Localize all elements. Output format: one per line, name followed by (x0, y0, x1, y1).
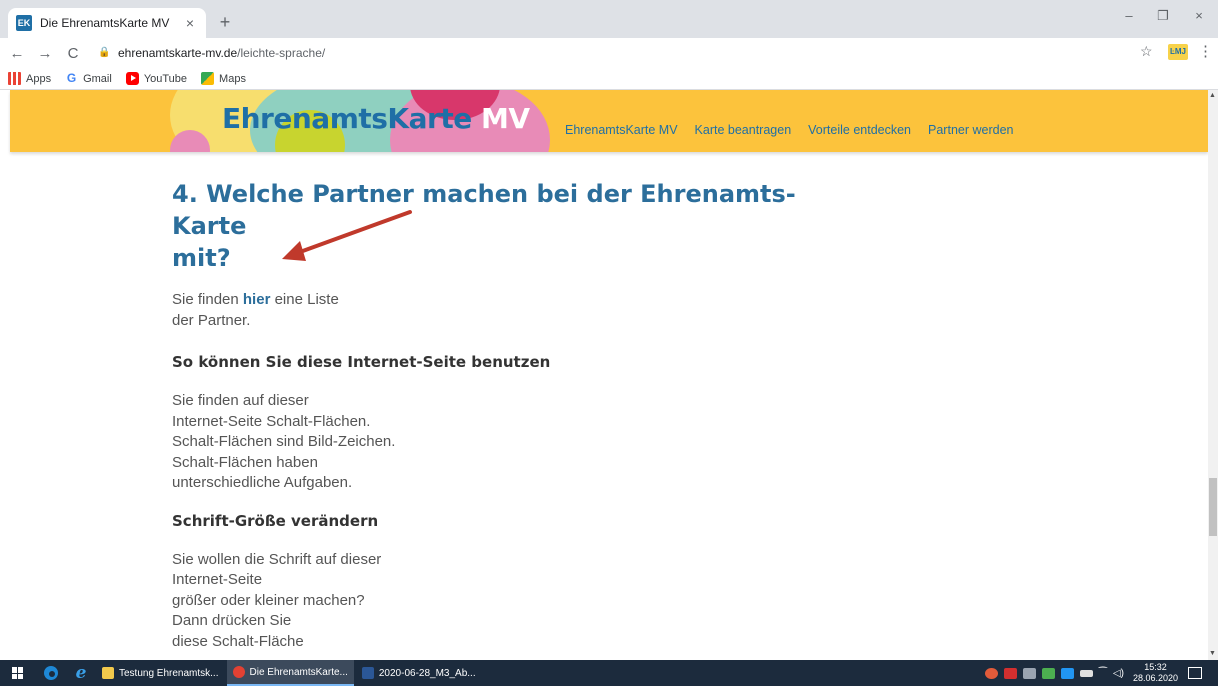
lock-icon: 🔒 (98, 47, 111, 58)
windows-taskbar: e Testung Ehrenamtsk... Die EhrenamtsKar… (0, 660, 1218, 686)
intro-text: Sie finden (172, 291, 243, 308)
paragraph-line: unterschiedliche Aufgaben. (172, 474, 353, 491)
youtube-icon (125, 72, 139, 85)
main-content: 4. Welche Partner machen bei der Ehrenam… (172, 178, 852, 652)
battery-icon[interactable] (1079, 669, 1093, 677)
paragraph-line: Schalt-Flächen sind Bild-Zeichen. (172, 433, 396, 450)
site-favicon-icon: EK (16, 15, 32, 31)
new-tab-button[interactable]: + (214, 12, 236, 34)
paragraph-line: Dann drücken Sie (172, 612, 292, 629)
tab-title: Die EhrenamtsKarte MV (40, 16, 170, 30)
taskbar-app-label: Testung Ehrenamtsk... (119, 667, 219, 679)
word-icon (361, 667, 374, 679)
nav-link-ehrenamtskarte[interactable]: EhrenamtsKarte MV (565, 123, 678, 137)
section-heading-font-size: Schrift-Größe verändern (172, 511, 379, 530)
taskbar-app-explorer[interactable]: Testung Ehrenamtsk... (96, 660, 225, 686)
bookmark-youtube[interactable]: YouTube (125, 72, 188, 85)
minimize-button[interactable]: – (1114, 8, 1144, 23)
apps-icon (8, 72, 21, 85)
folder-icon (102, 667, 114, 679)
url-host: ehrenamtskarte-mv.de (118, 46, 238, 60)
tray-app-icon[interactable] (984, 667, 998, 679)
bookmarks-bar: Apps G Gmail YouTube Maps (0, 68, 1218, 90)
scroll-up-icon[interactable]: ▲ (1209, 92, 1216, 99)
web-page: EhrenamtsKarte MV EhrenamtsKarte MV Kart… (0, 90, 1208, 660)
bookmark-label: YouTube (143, 72, 188, 85)
nav-link-partner-werden[interactable]: Partner werden (928, 123, 1013, 137)
bookmark-apps[interactable]: Apps (8, 72, 51, 85)
nav-link-vorteile[interactable]: Vorteile entdecken (808, 123, 911, 137)
paragraph-line: Internet-Seite Schalt-Flächen. (172, 412, 371, 430)
tray-app-icon[interactable] (1022, 667, 1036, 679)
tab-strip: EK Die EhrenamtsKarte MV × + – ❐ × (0, 0, 1218, 38)
logo-text-mv: MV (480, 102, 530, 135)
bookmark-label: Gmail (83, 72, 112, 85)
heading-line: mit? (172, 244, 231, 272)
bookmark-label: Apps (26, 72, 52, 85)
system-tray: ⁀ ◁) 15:32 28.06.2020 (982, 660, 1218, 686)
extension-icon[interactable]: ĿMJ (1168, 44, 1188, 60)
address-bar[interactable]: 🔒 ehrenamtskarte-mv.de/leichte-sprache/ (98, 42, 1158, 64)
page-heading: 4. Welche Partner machen bei der Ehrenam… (172, 178, 832, 274)
partner-list-link[interactable]: hier (243, 291, 271, 308)
intro-text: der Partner. (172, 311, 251, 329)
bookmark-star-icon[interactable]: ☆ (1140, 43, 1153, 60)
google-icon: G (66, 71, 77, 85)
intro-text: eine Liste (270, 291, 339, 308)
taskbar-app-label: 2020-06-28_M3_Ab... (378, 667, 476, 679)
reload-button[interactable]: C (62, 45, 84, 62)
paragraph-line: größer oder kleiner machen? (172, 591, 365, 609)
system-clock[interactable]: 15:32 28.06.2020 (1133, 662, 1178, 684)
browser-tab[interactable]: EK Die EhrenamtsKarte MV × (8, 8, 206, 38)
window-close-button[interactable]: × (1184, 8, 1214, 23)
scroll-down-icon[interactable]: ▼ (1209, 650, 1216, 657)
nav-link-karte-beantragen[interactable]: Karte beantragen (695, 123, 792, 137)
paragraph-line: diese Schalt-Fläche (172, 632, 304, 650)
paragraph-line: Sie finden auf dieser (172, 392, 309, 409)
forward-button[interactable]: → (34, 45, 56, 62)
tray-app-icon[interactable] (1003, 667, 1017, 679)
taskbar-app-chrome[interactable]: Die EhrenamtsKarte... (226, 660, 354, 686)
bookmark-label: Maps (219, 72, 246, 85)
bookmark-gmail[interactable]: G Gmail (65, 72, 112, 85)
paragraph-line: Schalt-Flächen haben (172, 453, 318, 471)
paragraph-line: Internet-Seite (172, 571, 263, 588)
edge-icon[interactable] (36, 660, 66, 686)
wifi-icon[interactable]: ⁀ (1099, 668, 1107, 679)
heading-line: 4. Welche Partner machen bei der Ehrenam… (172, 180, 796, 240)
usage-paragraph: Sie finden auf dieser Internet-Seite Sch… (172, 391, 852, 494)
clock-date: 28.06.2020 (1132, 673, 1178, 683)
taskbar-app-label: Die EhrenamtsKarte... (249, 666, 348, 678)
paragraph-line: Sie wollen die Schrift auf dieser (172, 550, 382, 568)
tray-app-icon[interactable] (1041, 667, 1055, 679)
site-logo[interactable]: EhrenamtsKarte MV (222, 102, 530, 135)
clock-time: 15:32 (1144, 662, 1167, 672)
page-scrollbar[interactable]: ▲ ▼ (1208, 90, 1218, 660)
back-button[interactable]: ← (6, 45, 28, 62)
notification-center-icon[interactable] (1188, 667, 1202, 679)
maps-icon (201, 72, 215, 85)
chrome-icon (232, 666, 245, 678)
tab-close-icon[interactable]: × (182, 15, 198, 31)
scrollbar-thumb[interactable] (1209, 478, 1217, 536)
internet-explorer-icon[interactable]: e (66, 660, 96, 686)
intro-paragraph: Sie finden hier eine Liste der Partner. (172, 290, 852, 331)
url-path: /leichte-sprache/ (237, 46, 326, 60)
tray-app-icon[interactable] (1060, 667, 1074, 679)
volume-icon[interactable]: ◁) (1113, 668, 1124, 679)
bookmark-maps[interactable]: Maps (201, 72, 246, 85)
maximize-button[interactable]: ❐ (1148, 8, 1178, 24)
browser-menu-icon[interactable]: ⋮ (1198, 42, 1213, 60)
font-size-paragraph: Sie wollen die Schrift auf dieser Intern… (172, 550, 852, 653)
site-header: EhrenamtsKarte MV EhrenamtsKarte MV Kart… (10, 90, 1208, 152)
site-nav: EhrenamtsKarte MV Karte beantragen Vorte… (565, 123, 1030, 137)
section-heading-usage: So können Sie diese Internet-Seite benut… (172, 353, 551, 371)
taskbar-app-word[interactable]: 2020-06-28_M3_Ab... (356, 660, 482, 686)
windows-start-icon[interactable] (0, 660, 36, 686)
logo-text-main: EhrenamtsKarte (222, 102, 472, 135)
